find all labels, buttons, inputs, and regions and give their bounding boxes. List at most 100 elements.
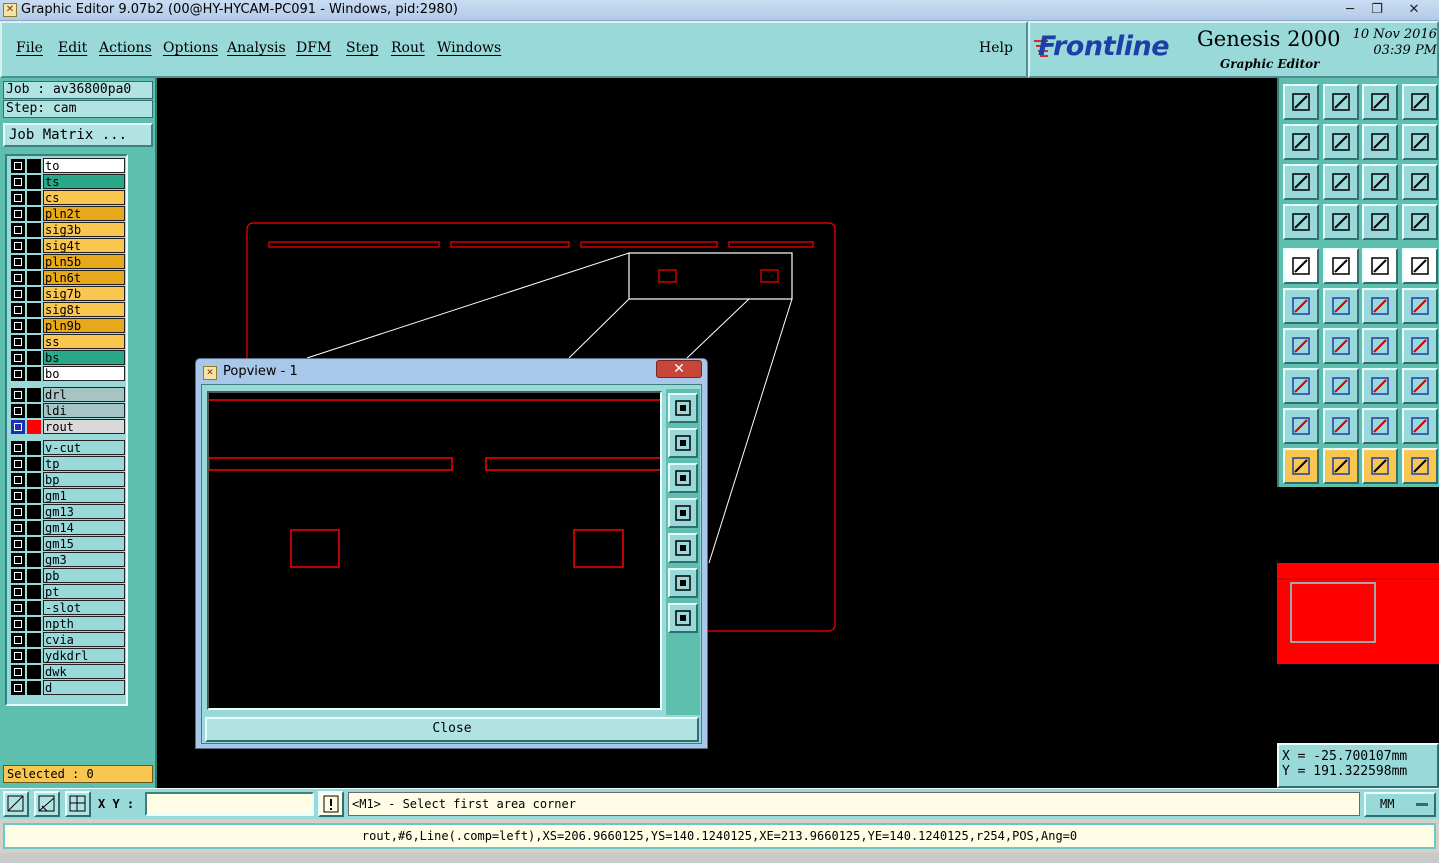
layer-checkbox[interactable] [11,255,25,269]
layer-name[interactable]: bs [43,350,125,365]
layer-checkbox[interactable] [11,223,25,237]
layer-name[interactable]: bo [43,366,125,381]
triangle-a-tool-button[interactable] [1362,408,1398,444]
layer-name[interactable]: ydkdrl [43,648,125,663]
upload-tool-button[interactable] [1283,84,1319,120]
pad-node-tool-button[interactable] [1283,368,1319,404]
layer-name[interactable]: ss [43,334,125,349]
layer-name[interactable]: sig4t [43,238,125,253]
home-tool-button[interactable] [1362,84,1398,120]
layer-name[interactable]: gm1 [43,488,125,503]
layer-name[interactable]: gm3 [43,552,125,567]
angle-mode-button[interactable] [34,791,60,817]
layer-checkbox[interactable] [11,351,25,365]
menu-options[interactable]: Options [163,40,218,56]
connect-tool-button[interactable] [1283,288,1319,324]
layer-name[interactable]: gm13 [43,504,125,519]
dimension-tool-button[interactable] [1362,368,1398,404]
menu-analysis[interactable]: Analysis [227,40,286,56]
layer-row[interactable]: bs [9,350,125,365]
layer-name[interactable]: drl [43,387,125,402]
scale-1to2-tool-button[interactable] [1362,164,1398,200]
layer-checkbox[interactable] [11,287,25,301]
help-tool-button[interactable] [1402,164,1438,200]
layer-row[interactable]: pln9b [9,318,125,333]
layer-name[interactable]: ts [43,174,125,189]
popview-close-x-button[interactable]: ✕ [656,360,702,378]
popview-close-button[interactable]: Close [205,717,699,742]
pointer-box-tool-button[interactable] [1323,448,1359,484]
layer-name[interactable]: tp [43,456,125,471]
overview-map[interactable] [1277,487,1439,743]
layer-name[interactable]: cvia [43,632,125,647]
menu-edit[interactable]: Edit [58,40,87,56]
layer-row[interactable]: npth [9,616,125,631]
xy-input[interactable] [145,792,314,816]
triangle-b-tool-button[interactable] [1402,408,1438,444]
popview-canvas[interactable] [207,391,667,710]
layer-row[interactable]: pt [9,584,125,599]
menu-actions[interactable]: Actions [99,40,152,56]
page-up-button[interactable] [668,428,698,458]
layer-checkbox[interactable] [11,175,25,189]
layer-checkbox[interactable] [11,420,25,434]
layer-name[interactable]: sig8t [43,302,125,317]
layer-name[interactable]: sig7b [43,286,125,301]
layer-name[interactable]: pln5b [43,254,125,269]
layer-row[interactable]: pb [9,568,125,583]
zoom-window-button[interactable] [668,393,698,423]
layer-checkbox[interactable] [11,553,25,567]
page-left-button[interactable] [668,498,698,528]
layer-row[interactable]: drl [9,387,125,402]
layer-checkbox[interactable] [11,585,25,599]
layer-row[interactable]: sig7b [9,286,125,301]
break-tool-button[interactable] [1323,368,1359,404]
line-node2-tool-button[interactable] [1402,288,1438,324]
layer-checkbox[interactable] [11,601,25,615]
layer-checkbox[interactable] [11,239,25,253]
ruler-tool-button[interactable] [1362,248,1398,284]
layer-name[interactable]: ldi [43,403,125,418]
layer-row[interactable]: -slot [9,600,125,615]
layer-row[interactable]: gm15 [9,536,125,551]
layer-name[interactable]: sig3b [43,222,125,237]
layer-row[interactable]: pln6t [9,270,125,285]
group-tool-button[interactable] [1402,368,1438,404]
window-layout-tool-button[interactable] [1402,84,1438,120]
layer-row[interactable]: gm14 [9,520,125,535]
alert-button[interactable] [318,791,344,817]
menu-help[interactable]: Help [979,40,1013,56]
layer-checkbox[interactable] [11,319,25,333]
pointer-path-tool-button[interactable] [1402,448,1438,484]
net-color-tool-button[interactable] [1402,204,1438,240]
layer-checkbox[interactable] [11,367,25,381]
menu-dfm[interactable]: DFM [296,40,331,56]
layer-checkbox[interactable] [11,537,25,551]
layer-row[interactable]: rout [9,419,125,434]
pointer-circle-tool-button[interactable] [1362,448,1398,484]
angle-tool-button[interactable] [1283,328,1319,364]
layer-name[interactable]: bp [43,472,125,487]
grid-mode-button[interactable] [65,791,91,817]
zoom-center-tool-button[interactable] [1323,164,1359,200]
layer-checkbox[interactable] [11,521,25,535]
layer-checkbox[interactable] [11,271,25,285]
layer-checkbox[interactable] [11,388,25,402]
layer-row[interactable]: d [9,680,125,695]
layer-row[interactable]: v-cut [9,440,125,455]
layer-checkbox[interactable] [11,457,25,471]
layer-row[interactable]: cs [9,190,125,205]
pointer-tool-button[interactable] [1283,448,1319,484]
layer-row[interactable]: sig3b [9,222,125,237]
layer-name[interactable]: pln9b [43,318,125,333]
layer-name[interactable]: pt [43,584,125,599]
layer-checkbox[interactable] [11,159,25,173]
menu-file[interactable]: File [16,40,43,56]
layer-row[interactable]: bp [9,472,125,487]
triangle-tool-button[interactable] [1283,408,1319,444]
layer-row[interactable]: ts [9,174,125,189]
compare-tool-button[interactable] [1402,328,1438,364]
layer-row[interactable]: gm1 [9,488,125,503]
layer-checkbox[interactable] [11,404,25,418]
layer-checkbox[interactable] [11,303,25,317]
